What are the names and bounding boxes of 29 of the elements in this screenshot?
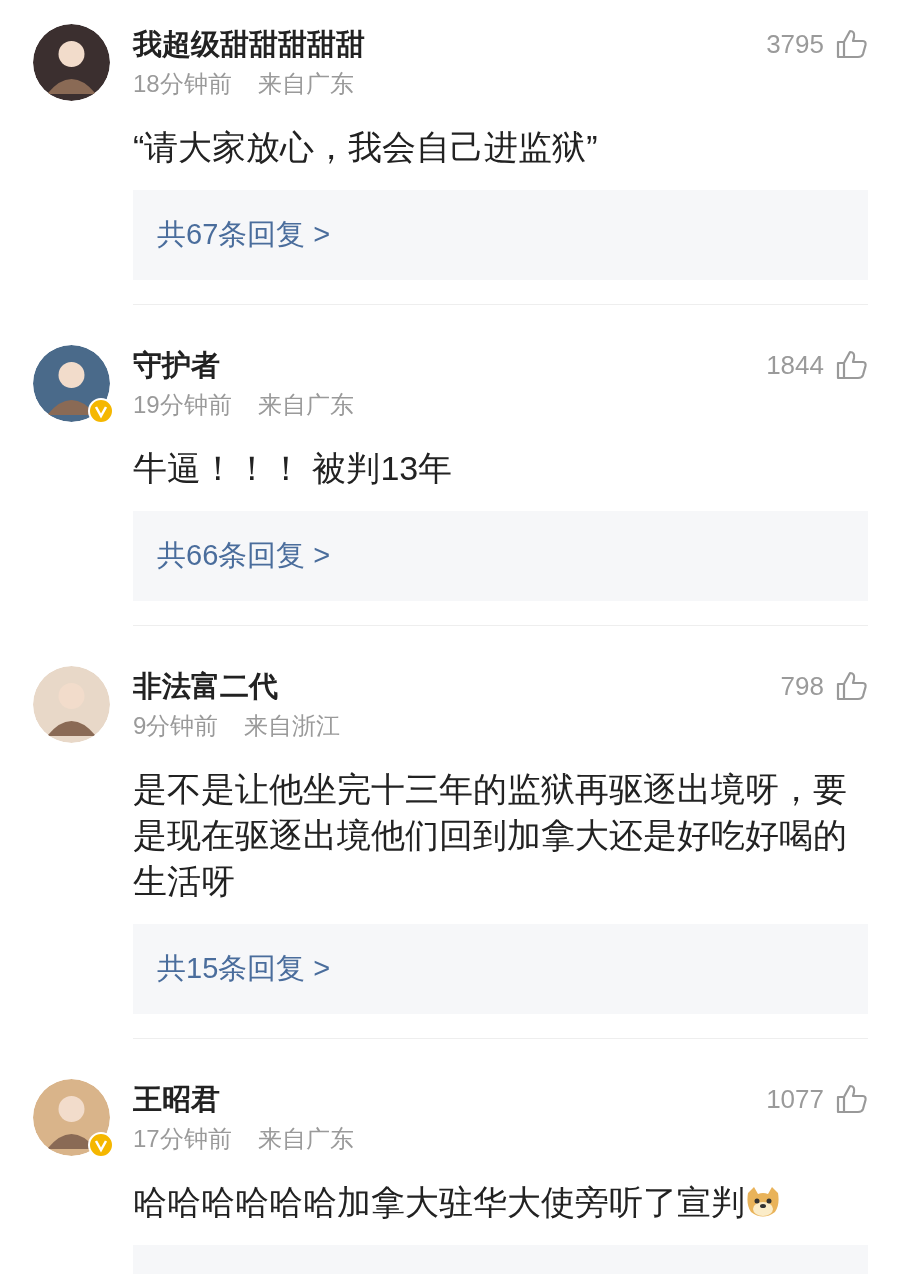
like-count: 1077 [766,1083,824,1116]
replies-link[interactable]: 共67条回复 > [133,190,868,280]
like-count: 1844 [766,349,824,382]
replies-link[interactable]: 共15条回复 > [133,924,868,1014]
like-count: 798 [780,670,824,703]
comment-time: 17分钟前 [133,1124,232,1154]
like-icon[interactable] [836,350,868,380]
comment-text: “请大家放心，我会自己进监狱” [133,127,599,168]
comment-location: 来自广东 [257,1124,354,1154]
comment-time: 9分钟前 [133,711,219,741]
username[interactable]: 我超级甜甜甜甜甜 [133,24,365,64]
comment-text: 是不是让他坐完十三年的监狱再驱逐出境呀，要是现在驱逐出境他们回到加拿大还是好吃好喝的生活呀 [133,769,848,902]
avatar[interactable] [33,345,110,422]
comment-location: 来自浙江 [244,711,341,741]
replies-link[interactable]: 共66条回复 > [133,511,868,601]
like-icon[interactable] [836,1084,868,1114]
like-icon[interactable] [836,29,868,59]
username[interactable]: 王昭君 [133,1079,354,1119]
comment-location: 来自广东 [257,69,354,99]
like-count: 3795 [766,28,824,61]
comment-time: 18分钟前 [133,69,232,99]
comment-text: 哈哈哈哈哈哈加拿大驻华大使旁听了宣判 [133,1179,849,1225]
comment-text: 牛逼！！！ 被判13年 [133,448,454,489]
comment-location: 来自广东 [257,390,354,420]
username[interactable]: 非法富二代 [133,666,341,706]
comment-time: 19分钟前 [133,390,232,420]
avatar[interactable] [33,24,110,101]
username[interactable]: 守护者 [133,345,354,385]
like-icon[interactable] [836,671,868,701]
